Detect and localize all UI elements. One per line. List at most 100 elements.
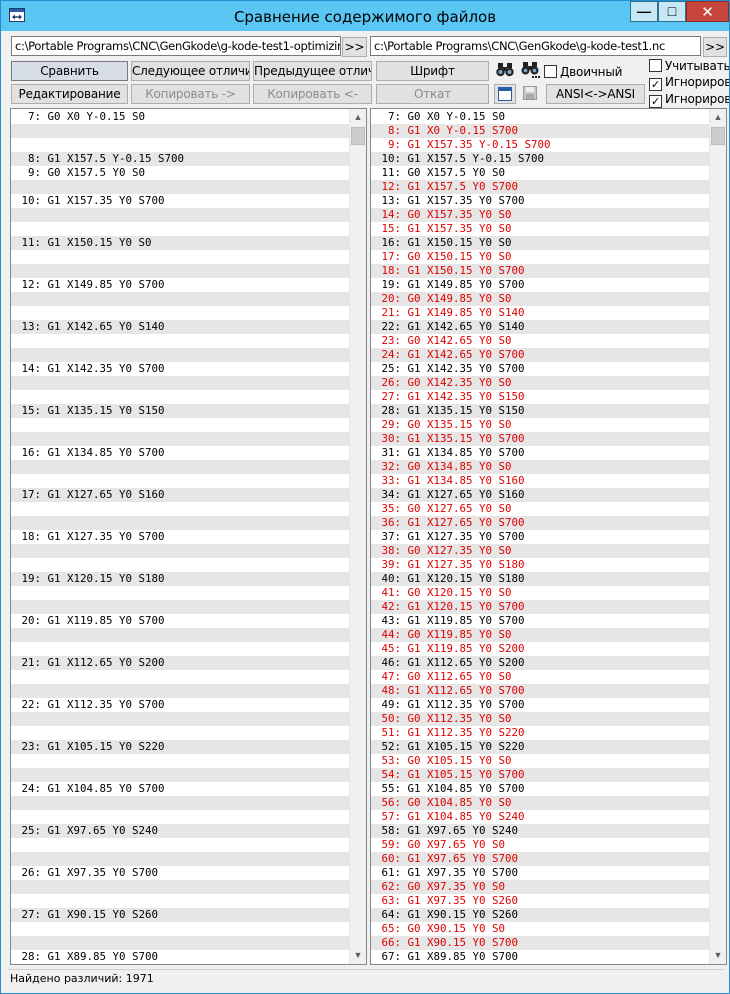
code-line[interactable]: 47: G0 X112.65 Y0 S0 — [371, 670, 709, 684]
scroll-down-icon[interactable]: ▼ — [710, 947, 726, 964]
code-line[interactable]: 64: G1 X90.15 Y0 S260 — [371, 908, 709, 922]
code-line[interactable]: 23: G0 X142.65 Y0 S0 — [371, 334, 709, 348]
code-line[interactable] — [11, 292, 349, 306]
code-line[interactable]: 52: G1 X105.15 Y0 S220 — [371, 740, 709, 754]
code-line[interactable]: 28: G1 X135.15 Y0 S150 — [371, 404, 709, 418]
code-line[interactable]: 54: G1 X105.15 Y0 S700 — [371, 768, 709, 782]
code-line[interactable] — [11, 754, 349, 768]
code-line[interactable]: 9: G1 X157.35 Y-0.15 S700 — [371, 138, 709, 152]
title-bar[interactable]: Сравнение содержимого файлов — □ ✕ — [1, 1, 729, 31]
left-file-pane[interactable]: 7: G0 X0 Y-0.15 S0 8: G1 X157.5 Y-0.15 S… — [10, 108, 367, 965]
code-line[interactable]: 12: G1 X149.85 Y0 S700 — [11, 278, 349, 292]
next-diff-button[interactable]: Следующее отличие — [131, 61, 250, 81]
code-line[interactable]: 9: G0 X157.5 Y0 S0 — [11, 166, 349, 180]
code-line[interactable] — [11, 684, 349, 698]
code-line[interactable]: 36: G1 X127.65 Y0 S700 — [371, 516, 709, 530]
code-line[interactable] — [11, 418, 349, 432]
scroll-up-icon[interactable]: ▲ — [710, 109, 726, 126]
code-line[interactable]: 24: G1 X142.65 Y0 S700 — [371, 348, 709, 362]
code-line[interactable] — [11, 516, 349, 530]
right-browse-button[interactable]: >> — [703, 37, 727, 57]
code-line[interactable]: 65: G0 X90.15 Y0 S0 — [371, 922, 709, 936]
code-line[interactable] — [11, 670, 349, 684]
copy-left-button[interactable]: Копировать <- — [253, 84, 372, 104]
code-line[interactable]: 63: G1 X97.35 Y0 S260 — [371, 894, 709, 908]
code-line[interactable] — [11, 558, 349, 572]
compare-button[interactable]: Сравнить — [11, 61, 128, 81]
code-line[interactable]: 18: G1 X127.35 Y0 S700 — [11, 530, 349, 544]
code-line[interactable]: 27: G1 X142.35 Y0 S150 — [371, 390, 709, 404]
code-line[interactable]: 48: G1 X112.65 Y0 S700 — [371, 684, 709, 698]
code-line[interactable]: 27: G1 X90.15 Y0 S260 — [11, 908, 349, 922]
right-file-pane[interactable]: 7: G0 X0 Y-0.15 S0 8: G1 X0 Y-0.15 S700 … — [370, 108, 727, 965]
view-toggle-button[interactable] — [494, 84, 516, 104]
code-line[interactable]: 38: G0 X127.35 Y0 S0 — [371, 544, 709, 558]
code-line[interactable]: 11: G1 X150.15 Y0 S0 — [11, 236, 349, 250]
code-line[interactable]: 57: G1 X104.85 Y0 S240 — [371, 810, 709, 824]
ignore-empty-checkbox[interactable]: ✓Игнорировать пустые — [649, 92, 729, 108]
minimize-button[interactable]: — — [630, 1, 658, 22]
code-line[interactable]: 55: G1 X104.85 Y0 S700 — [371, 782, 709, 796]
code-line[interactable] — [11, 838, 349, 852]
code-line[interactable]: 13: G1 X157.35 Y0 S700 — [371, 194, 709, 208]
code-line[interactable]: 12: G1 X157.5 Y0 S700 — [371, 180, 709, 194]
code-line[interactable]: 58: G1 X97.65 Y0 S240 — [371, 824, 709, 838]
code-line[interactable] — [11, 124, 349, 138]
code-line[interactable]: 19: G1 X149.85 Y0 S700 — [371, 278, 709, 292]
code-line[interactable] — [11, 726, 349, 740]
code-line[interactable]: 21: G1 X149.85 Y0 S140 — [371, 306, 709, 320]
code-line[interactable]: 45: G1 X119.85 Y0 S200 — [371, 642, 709, 656]
code-line[interactable] — [11, 642, 349, 656]
save-button[interactable] — [519, 84, 541, 104]
scroll-thumb[interactable] — [351, 127, 365, 145]
close-button[interactable]: ✕ — [686, 1, 729, 22]
code-line[interactable] — [11, 768, 349, 782]
code-line[interactable]: 25: G1 X142.35 Y0 S700 — [371, 362, 709, 376]
code-line[interactable]: 40: G1 X120.15 Y0 S180 — [371, 572, 709, 586]
font-button[interactable]: Шрифт — [376, 61, 489, 81]
code-line[interactable] — [11, 586, 349, 600]
code-line[interactable]: 22: G1 X142.65 Y0 S140 — [371, 320, 709, 334]
code-line[interactable]: 7: G0 X0 Y-0.15 S0 — [11, 110, 349, 124]
code-line[interactable]: 35: G0 X127.65 Y0 S0 — [371, 502, 709, 516]
ignore-spaces-checkbox-box[interactable]: ✓ — [649, 78, 662, 91]
code-line[interactable] — [11, 936, 349, 950]
case-sensitive-checkbox[interactable]: Учитывать регистр — [649, 59, 729, 73]
code-line[interactable]: 7: G0 X0 Y-0.15 S0 — [371, 110, 709, 124]
code-line[interactable]: 43: G1 X119.85 Y0 S700 — [371, 614, 709, 628]
code-line[interactable] — [11, 460, 349, 474]
ignore-empty-checkbox-box[interactable]: ✓ — [649, 95, 662, 108]
code-line[interactable]: 60: G1 X97.65 Y0 S700 — [371, 852, 709, 866]
scroll-up-icon[interactable]: ▲ — [350, 109, 366, 126]
maximize-button[interactable]: □ — [658, 1, 686, 22]
code-line[interactable]: 17: G1 X127.65 Y0 S160 — [11, 488, 349, 502]
code-line[interactable]: 11: G0 X157.5 Y0 S0 — [371, 166, 709, 180]
code-line[interactable] — [11, 474, 349, 488]
code-line[interactable]: 31: G1 X134.85 Y0 S700 — [371, 446, 709, 460]
scroll-thumb[interactable] — [711, 127, 725, 145]
code-line[interactable] — [11, 390, 349, 404]
code-line[interactable]: 15: G1 X157.35 Y0 S0 — [371, 222, 709, 236]
code-line[interactable]: 39: G1 X127.35 Y0 S180 — [371, 558, 709, 572]
code-line[interactable]: 25: G1 X97.65 Y0 S240 — [11, 824, 349, 838]
copy-right-button[interactable]: Копировать -> — [131, 84, 250, 104]
code-line[interactable]: 59: G0 X97.65 Y0 S0 — [371, 838, 709, 852]
code-line[interactable] — [11, 600, 349, 614]
encoding-button[interactable]: ANSI<->ANSI — [546, 84, 645, 104]
code-line[interactable]: 33: G1 X134.85 Y0 S160 — [371, 474, 709, 488]
code-line[interactable]: 14: G1 X142.35 Y0 S700 — [11, 362, 349, 376]
code-line[interactable]: 23: G1 X105.15 Y0 S220 — [11, 740, 349, 754]
code-line[interactable] — [11, 544, 349, 558]
code-line[interactable]: 67: G1 X89.85 Y0 S700 — [371, 950, 709, 964]
code-line[interactable]: 42: G1 X120.15 Y0 S700 — [371, 600, 709, 614]
find-next-button[interactable] — [519, 61, 541, 81]
code-line[interactable]: 53: G0 X105.15 Y0 S0 — [371, 754, 709, 768]
code-line[interactable]: 24: G1 X104.85 Y0 S700 — [11, 782, 349, 796]
code-line[interactable]: 10: G1 X157.35 Y0 S700 — [11, 194, 349, 208]
code-line[interactable] — [11, 334, 349, 348]
code-line[interactable]: 29: G0 X135.15 Y0 S0 — [371, 418, 709, 432]
code-line[interactable] — [11, 894, 349, 908]
code-line[interactable]: 14: G0 X157.35 Y0 S0 — [371, 208, 709, 222]
find-button[interactable] — [494, 61, 516, 81]
code-line[interactable]: 66: G1 X90.15 Y0 S700 — [371, 936, 709, 950]
